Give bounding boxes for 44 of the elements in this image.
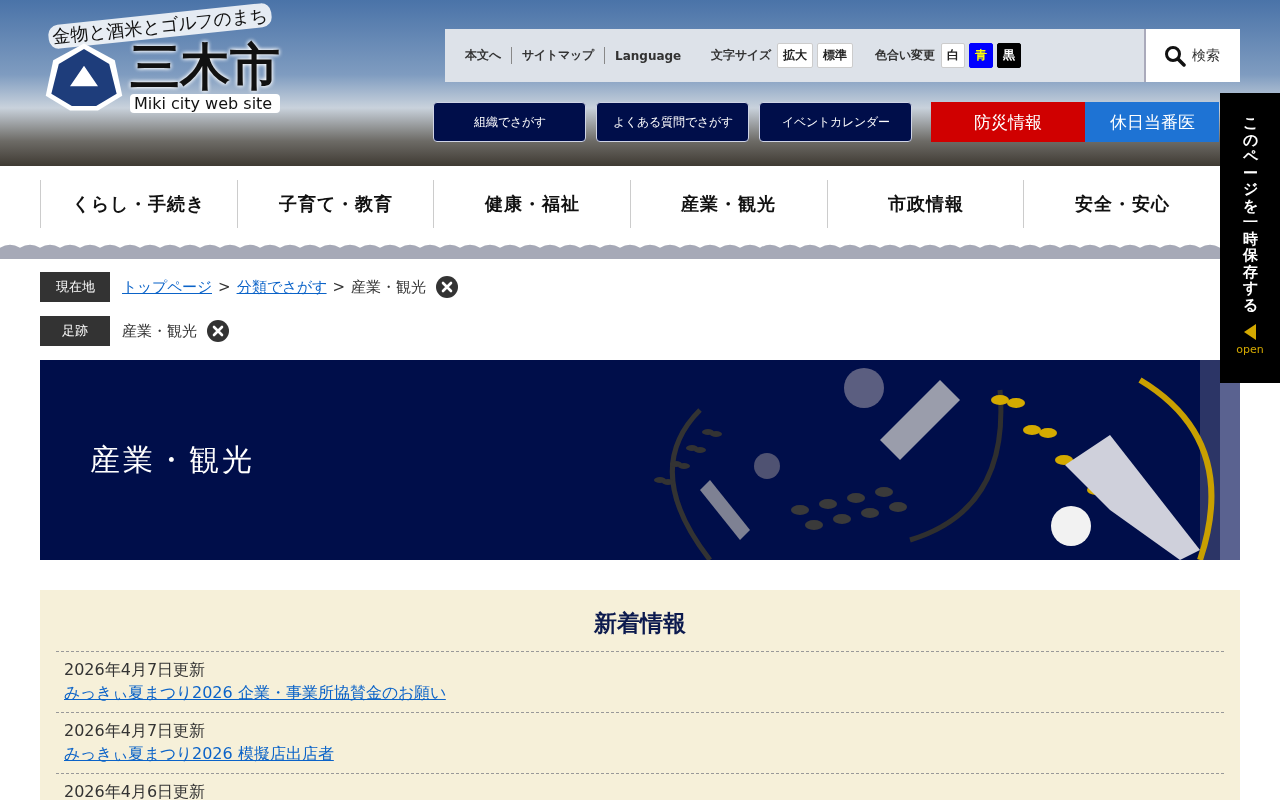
news-link[interactable]: みっきぃ夏まつり2026 企業・事業所協賛金のお願い (64, 683, 446, 704)
search-by-button[interactable]: 組織でさがす (433, 102, 586, 142)
nav-item[interactable]: 安全・安心 (1023, 180, 1221, 228)
font-size-button[interactable]: 標準 (817, 43, 854, 68)
search-button[interactable]: 検索 (1144, 29, 1240, 82)
nav-item[interactable]: くらし・手続き (40, 180, 237, 228)
news-link[interactable]: みっきぃ夏まつり2026 模擬店出店者 (64, 744, 334, 765)
logo-subtitle: Miki city web site (130, 93, 280, 113)
news-heading: 新着情報 (593, 609, 687, 638)
breadcrumb-link[interactable]: トップページ (122, 277, 212, 297)
utility-link[interactable]: 本文へ (455, 47, 512, 64)
page-title: 産業・観光 (90, 440, 255, 479)
open-label: open (1236, 343, 1264, 356)
history-item[interactable]: 産業・観光 (122, 321, 197, 341)
search-by-button[interactable]: よくある質問でさがす (596, 102, 749, 142)
close-icon[interactable] (436, 276, 459, 298)
breadcrumb-current: 産業・観光 (351, 277, 427, 297)
breadcrumb-separator: > (218, 278, 231, 296)
utility-link[interactable]: Language (605, 48, 692, 63)
color-scheme-button[interactable]: 青 (969, 43, 994, 68)
nav-item[interactable]: 子育て・教育 (236, 180, 434, 228)
emergency-button[interactable]: 防災情報 (931, 102, 1085, 142)
nav-item[interactable]: 市政情報 (826, 180, 1024, 228)
breadcrumb-separator: > (332, 278, 346, 296)
nav-item[interactable]: 健康・福祉 (433, 180, 630, 228)
emergency-button[interactable]: 休日当番医 (1085, 102, 1219, 142)
triangle-left-icon (1243, 323, 1257, 341)
color-change-label: 色合い変更 (875, 47, 936, 64)
location-label: 現在地 (40, 272, 110, 302)
close-icon[interactable] (207, 320, 229, 342)
color-scheme-button[interactable]: 白 (941, 43, 966, 68)
news-date: 2026年4月7日更新 (64, 660, 207, 681)
search-icon (1164, 44, 1186, 67)
news-date: 2026年4月6日更新 (64, 782, 207, 800)
save-page-tab[interactable]: このページを一時保存する open (1220, 93, 1280, 383)
utility-link[interactable]: サイトマップ (512, 47, 605, 64)
font-size-button[interactable]: 拡大 (777, 43, 814, 68)
nav-item[interactable]: 産業・観光 (630, 180, 827, 228)
breadcrumb-link[interactable]: 分類でさがす (236, 277, 327, 297)
search-by-button[interactable]: イベントカレンダー (759, 102, 912, 142)
color-scheme-button[interactable]: 黒 (997, 43, 1022, 68)
history-label: 足跡 (40, 316, 110, 346)
news-date: 2026年4月7日更新 (64, 721, 207, 742)
font-size-label: 文字サイズ (711, 47, 772, 64)
